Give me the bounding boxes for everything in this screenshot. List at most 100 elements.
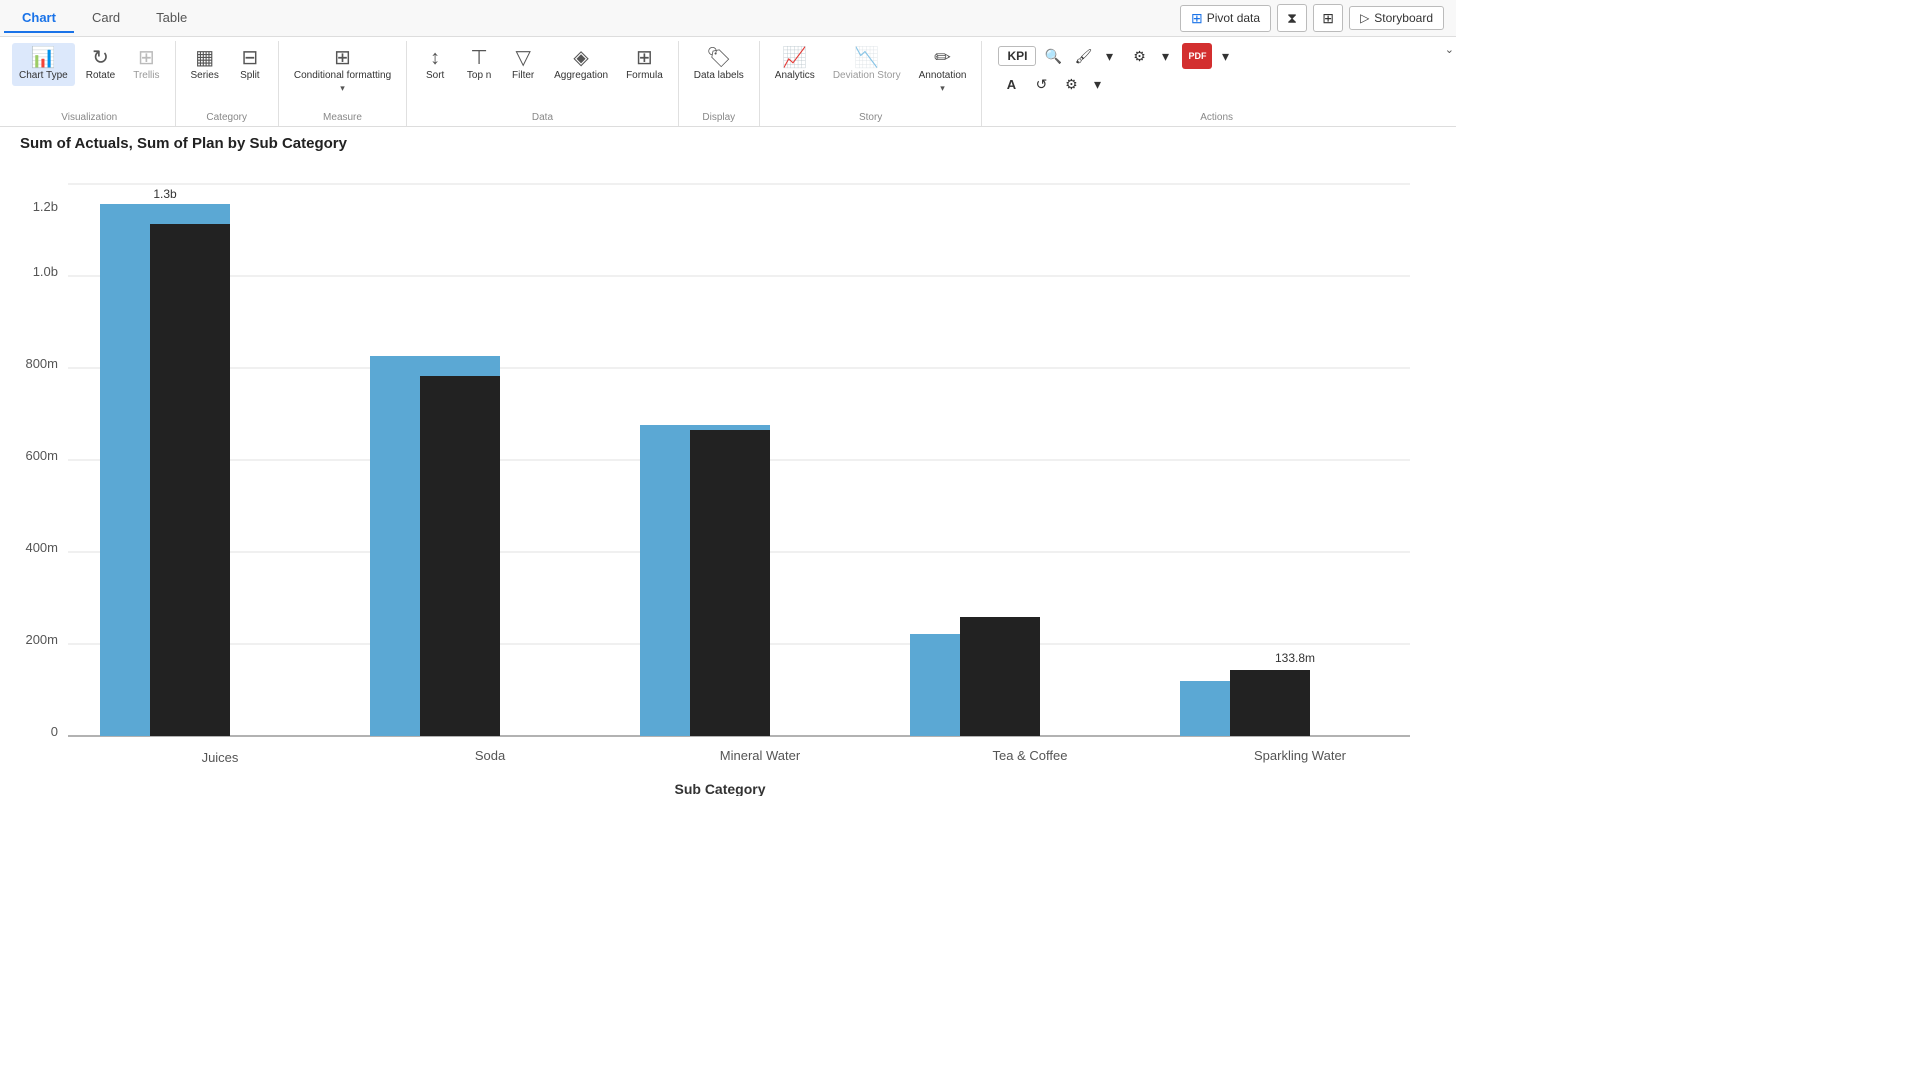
- split-label: Split: [240, 70, 259, 81]
- y-label-400m: 400m: [25, 540, 58, 555]
- display-label: Display: [687, 110, 751, 126]
- cog-dropdown[interactable]: ▾: [1084, 73, 1110, 95]
- sort-button[interactable]: ↕ Sort: [415, 43, 455, 86]
- data-label: Data: [415, 110, 670, 126]
- formula-label: Formula: [626, 70, 663, 81]
- deviation-icon: 📉: [854, 48, 879, 68]
- filter-label: Filter: [512, 70, 534, 81]
- y-label-0: 0: [51, 724, 58, 739]
- paint-dropdown[interactable]: ▾: [1096, 45, 1122, 67]
- text-a-button[interactable]: A: [998, 73, 1024, 95]
- paint-button[interactable]: 🖌: [1070, 45, 1096, 67]
- category-group: ▦ Series ⊟ Split Category: [176, 41, 279, 126]
- rotate-button[interactable]: ↻ Rotate: [79, 43, 122, 86]
- filter-icon: ⧗: [1287, 10, 1297, 27]
- refresh-icon: ↺: [1036, 76, 1048, 93]
- aggregation-button[interactable]: ◈ Aggregation: [547, 43, 615, 86]
- data-group: ↕ Sort ⊤ Top n ▽ Filter ◈ Aggregation ⊞ …: [407, 41, 679, 126]
- data-labels-icon: 🏷: [706, 48, 731, 68]
- kpi-button[interactable]: KPI: [998, 46, 1036, 66]
- analytics-icon: 📈: [782, 48, 807, 68]
- annotation-arrow: ▾: [940, 83, 945, 94]
- water-plan-bar: [690, 430, 770, 736]
- tea-plan-bar: [960, 617, 1040, 736]
- ribbon-expand-button[interactable]: ⌄: [1443, 41, 1456, 126]
- conditional-formatting-arrow: ▾: [340, 83, 345, 94]
- sparkling-plan-bar: [1230, 670, 1310, 736]
- cog-icon: ⚙: [1065, 76, 1078, 93]
- data-labels-button[interactable]: 🏷 Data labels: [687, 43, 751, 86]
- x-axis-title: Sub Category: [674, 781, 765, 796]
- deviation-label: Deviation Story: [833, 70, 901, 81]
- actions-label: Actions: [998, 110, 1434, 126]
- pivot-data-button[interactable]: ⊞ Pivot data: [1180, 5, 1271, 32]
- top-n-icon: ⊤: [470, 48, 487, 68]
- conditional-formatting-button[interactable]: ⊞ Conditional formatting ▾: [287, 43, 398, 99]
- conditional-formatting-icon: ⊞: [334, 48, 351, 68]
- trellis-label: Trellis: [133, 70, 159, 81]
- settings-dropdown[interactable]: ▾: [1152, 45, 1178, 67]
- trellis-icon: ⊞: [138, 48, 155, 68]
- grid-icon-btn[interactable]: ⊞: [1313, 4, 1343, 32]
- juices-data-label: 1.3b: [153, 187, 177, 201]
- tab-table[interactable]: Table: [138, 4, 205, 33]
- refresh-button[interactable]: ↺: [1028, 73, 1054, 95]
- rotate-icon: ↻: [92, 48, 109, 68]
- sparkling-data-label: 133.8m: [1275, 651, 1315, 665]
- tea-x-label: Tea & Coffee: [993, 748, 1068, 763]
- trellis-button[interactable]: ⊞ Trellis: [126, 43, 166, 86]
- series-label: Series: [191, 70, 219, 81]
- analytics-button[interactable]: 📈 Analytics: [768, 43, 822, 86]
- cog-button[interactable]: ⚙: [1058, 73, 1084, 95]
- aggregation-label: Aggregation: [554, 70, 608, 81]
- chart-type-button[interactable]: 📊 Chart Type: [12, 43, 75, 86]
- search-icon: 🔍: [1045, 48, 1062, 65]
- series-button[interactable]: ▦ Series: [184, 43, 226, 86]
- deviation-button[interactable]: 📉 Deviation Story: [826, 43, 908, 86]
- y-label-800m: 800m: [25, 356, 58, 371]
- formula-icon: ⊞: [636, 48, 653, 68]
- juices-x-label: Juices: [202, 750, 239, 765]
- grid-icon: ⊞: [1322, 10, 1334, 27]
- sort-label: Sort: [426, 70, 444, 81]
- paint-icon: 🖌: [1075, 48, 1093, 65]
- conditional-formatting-label: Conditional formatting: [294, 70, 391, 81]
- y-label-1b: 1.0b: [33, 264, 58, 279]
- settings-dropdown-icon: ▾: [1162, 48, 1169, 65]
- tab-card[interactable]: Card: [74, 4, 138, 33]
- storyboard-button[interactable]: ▷ Storyboard: [1349, 6, 1444, 30]
- annotation-label: Annotation: [919, 70, 967, 81]
- storyboard-label: Storyboard: [1374, 11, 1433, 25]
- pdf-dropdown-icon: ▾: [1222, 48, 1229, 65]
- soda-plan-bar: [420, 376, 500, 736]
- water-x-label: Mineral Water: [720, 748, 801, 763]
- annotation-button[interactable]: ✏ Annotation ▾: [912, 43, 974, 99]
- visualization-group: 📊 Chart Type ↻ Rotate ⊞ Trellis Visualiz…: [4, 41, 176, 126]
- tab-chart[interactable]: Chart: [4, 4, 74, 33]
- paint-dropdown-icon: ▾: [1106, 48, 1113, 65]
- filter-ribbon-icon: ▽: [515, 48, 530, 68]
- pdf-dropdown[interactable]: ▾: [1212, 45, 1238, 67]
- sort-icon: ↕: [430, 48, 440, 68]
- aggregation-icon: ◈: [573, 48, 588, 68]
- split-button[interactable]: ⊟ Split: [230, 43, 270, 86]
- split-icon: ⊟: [241, 48, 258, 68]
- top-n-button[interactable]: ⊤ Top n: [459, 43, 499, 86]
- annotation-icon: ✏: [934, 48, 951, 68]
- chart-title: Sum of Actuals, Sum of Plan by Sub Categ…: [20, 135, 1436, 152]
- bar-chart: 0 200m 400m 600m 800m 1.0b 1.2b: [20, 156, 1420, 796]
- category-label: Category: [184, 110, 270, 126]
- search-button[interactable]: 🔍: [1040, 45, 1066, 67]
- soda-x-label: Soda: [475, 748, 506, 763]
- filter-icon-btn[interactable]: ⧗: [1277, 4, 1307, 32]
- chart-type-icon: 📊: [31, 48, 56, 68]
- settings-button[interactable]: ⚙: [1126, 45, 1152, 67]
- formula-button[interactable]: ⊞ Formula: [619, 43, 670, 86]
- juices-plan-bar: [150, 224, 230, 736]
- actions-group: KPI 🔍 🖌 ▾ ⚙ ▾: [982, 41, 1442, 126]
- pdf-button[interactable]: PDF: [1182, 43, 1212, 69]
- storyboard-icon: ▷: [1360, 11, 1369, 25]
- filter-button[interactable]: ▽ Filter: [503, 43, 543, 86]
- cog-dropdown-icon: ▾: [1094, 76, 1101, 93]
- visualization-label: Visualization: [12, 110, 167, 126]
